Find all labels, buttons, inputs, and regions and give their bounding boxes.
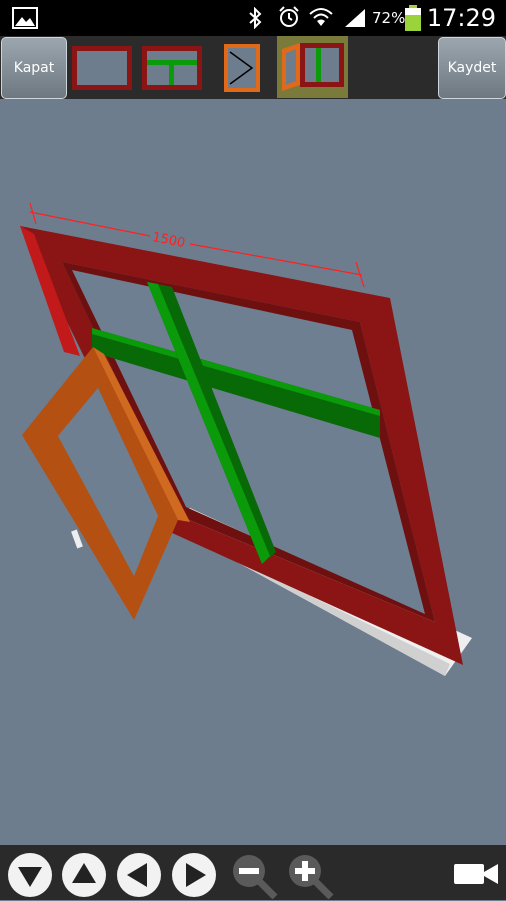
- dimension-label: 1500: [151, 230, 186, 251]
- 3d-viewport[interactable]: 1500: [0, 99, 506, 845]
- gallery-icon: [12, 7, 38, 29]
- signal-icon: [345, 9, 365, 27]
- arrow-left-button[interactable]: [117, 853, 161, 897]
- clock: 17:29: [426, 4, 496, 32]
- wifi-icon: [309, 8, 333, 26]
- frame-tool-icon[interactable]: [70, 44, 134, 92]
- arrow-down-icon: [18, 867, 42, 887]
- arrow-down-button[interactable]: [8, 853, 52, 897]
- battery-percent: 72%: [372, 9, 406, 27]
- zoom-in-icon[interactable]: [285, 851, 337, 899]
- mullion-frame-tool-icon[interactable]: [140, 44, 204, 92]
- zoom-out-icon[interactable]: [229, 851, 281, 899]
- arrow-left-icon: [127, 863, 147, 887]
- camera-icon[interactable]: [452, 860, 500, 888]
- battery-icon: [405, 5, 421, 31]
- arrow-up-icon: [72, 863, 96, 883]
- arrow-right-icon: [186, 863, 206, 887]
- open-sash-tool-icon[interactable]: [280, 39, 346, 95]
- arrow-right-button[interactable]: [172, 853, 216, 897]
- arrow-up-button[interactable]: [62, 853, 106, 897]
- bluetooth-icon: [249, 7, 262, 29]
- bottom-toolbar: [0, 845, 506, 900]
- alarm-icon: [279, 6, 299, 27]
- close-button[interactable]: Kapat: [1, 37, 67, 99]
- status-bar: 72% 17:29: [0, 0, 506, 36]
- save-button[interactable]: Kaydet: [438, 37, 506, 99]
- toolbar: Kapat Kaydet: [0, 36, 506, 99]
- window-3d-model: 1500: [20, 202, 472, 676]
- sash-tool-icon[interactable]: [222, 42, 262, 94]
